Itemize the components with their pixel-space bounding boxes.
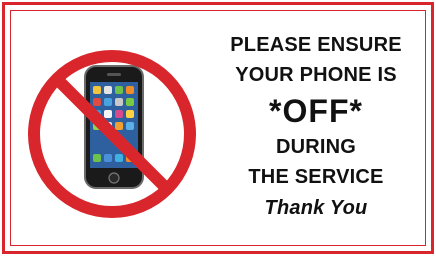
notice-sign: PLEASE ENSURE YOUR PHONE IS *OFF* DURING…: [0, 0, 436, 256]
smartphone-icon: [84, 65, 144, 189]
notice-line-off: *OFF*: [269, 93, 363, 129]
notice-line-during: DURING: [275, 136, 357, 158]
notice-line-the-service: THE SERVICE: [248, 166, 384, 188]
notice-line-your-phone: YOUR PHONE IS: [235, 64, 397, 86]
notice-line-please-ensure: PLEASE ENSURE: [230, 34, 402, 56]
notice-line-thank-you: Thank You: [264, 197, 368, 219]
no-phone-icon: [28, 50, 196, 218]
notice-text: PLEASE ENSURE YOUR PHONE IS *OFF* DURING…: [205, 30, 427, 224]
